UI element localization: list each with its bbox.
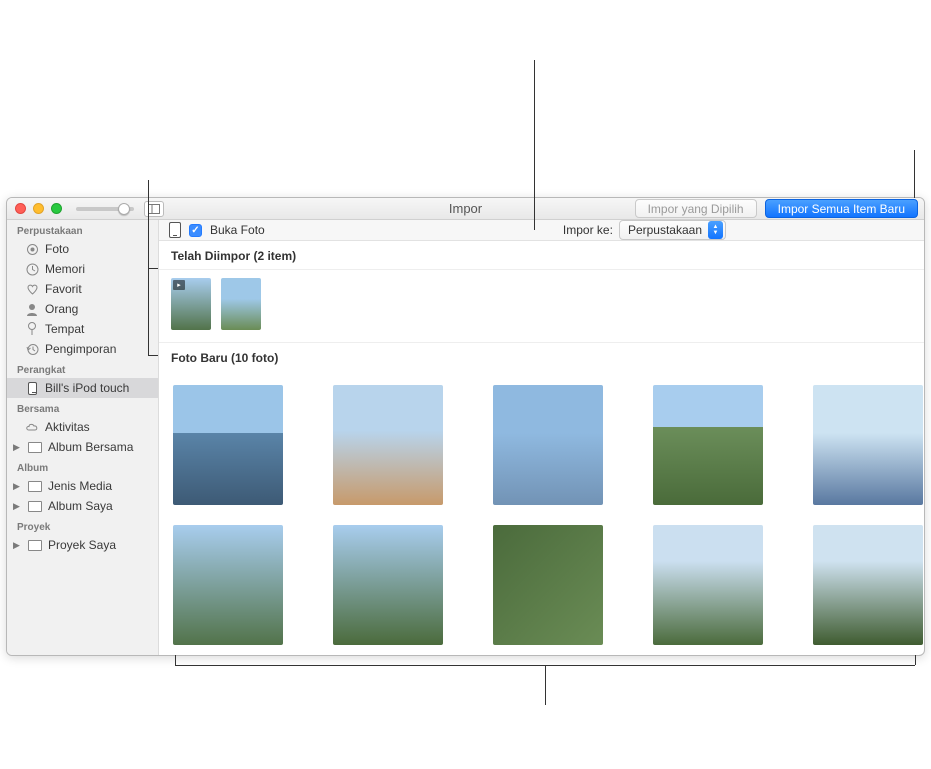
minimize-icon[interactable] [33,203,44,214]
sidebar-item-label: Memori [45,262,85,276]
sidebar-item-people[interactable]: Orang [7,299,158,319]
device-icon [25,382,39,395]
sidebar-header: Album [7,457,158,476]
new-photo-thumbnail[interactable] [653,525,763,645]
close-icon[interactable] [15,203,26,214]
sidebar-item-label: Pengimporan [45,342,116,356]
new-photo-thumbnail[interactable] [333,385,443,505]
callout-line [534,60,535,230]
thumbnail-zoom-slider[interactable] [76,207,134,211]
sidebar-item-places[interactable]: Tempat [7,319,158,339]
sidebar-item-label: Bill's iPod touch [45,381,129,395]
sidebar-item-my-projects[interactable]: ▶ Proyek Saya [7,535,158,555]
folder-icon [28,481,42,492]
imported-thumbnail[interactable]: ▸ [171,278,211,330]
sidebar-icon [148,204,160,214]
sidebar-item-label: Foto [45,242,69,256]
chevron-updown-icon: ▲▼ [708,221,723,239]
disclosure-icon[interactable]: ▶ [13,540,22,551]
import-to-group: Impor ke: Perpustakaan ▲▼ [563,220,726,240]
zoom-icon[interactable] [51,203,62,214]
import-selected-button[interactable]: Impor yang Dipilih [635,199,757,218]
video-badge-icon: ▸ [173,280,185,290]
new-photo-thumbnail[interactable] [333,525,443,645]
callout-line [545,665,546,705]
sidebar-item-label: Favorit [45,282,82,296]
window-controls [7,203,62,214]
sidebar-item-label: Proyek Saya [48,538,116,552]
new-photo-thumbnail[interactable] [493,525,603,645]
heart-icon [25,283,39,295]
sidebar-item-favorites[interactable]: Favorit [7,279,158,299]
sidebar-item-activity[interactable]: Aktivitas [7,417,158,437]
import-to-select[interactable]: Perpustakaan ▲▼ [619,220,726,240]
import-to-label: Impor ke: [563,223,613,237]
new-photo-thumbnail[interactable] [813,525,923,645]
sidebar-item-label: Tempat [45,322,84,336]
history-icon [25,343,39,356]
cloud-icon [25,422,39,432]
sidebar-header: Proyek [7,516,158,535]
person-icon [25,303,39,316]
callout-line [914,150,915,198]
disclosure-icon[interactable]: ▶ [13,501,22,512]
sidebar-header: Bersama [7,398,158,417]
import-to-value: Perpustakaan [628,223,702,237]
sidebar-item-label: Orang [45,302,78,316]
sidebar-item-shared-album[interactable]: ▶ Album Bersama [7,437,158,457]
imported-thumbnail[interactable] [221,278,261,330]
callout-line [148,268,158,269]
sidebar-item-label: Jenis Media [48,479,112,493]
import-toolbar: ✓ Buka Foto Impor ke: Perpustakaan ▲▼ [159,220,924,241]
disclosure-icon[interactable]: ▶ [13,442,22,453]
folder-icon [28,501,42,512]
callout-line [148,355,158,356]
already-imported-header: Telah Diimpor (2 item) [159,241,924,270]
sidebar-toggle-button[interactable] [144,201,164,217]
sidebar: Perpustakaan Foto Memori Favorit [7,220,159,655]
sidebar-item-label: Aktivitas [45,420,90,434]
new-photo-thumbnail[interactable] [493,385,603,505]
open-photos-checkbox[interactable]: ✓ [189,224,202,237]
disclosure-icon[interactable]: ▶ [13,481,22,492]
new-photo-thumbnail[interactable] [173,385,283,505]
already-imported-row: ▸ [159,270,924,343]
photos-icon [25,243,39,256]
slider-thumb[interactable] [118,203,130,215]
titlebar: Impor Impor yang Dipilih Impor Semua Ite… [7,198,924,220]
clock-icon [25,263,39,276]
callout-line [175,655,176,665]
import-all-new-button[interactable]: Impor Semua Item Baru [765,199,918,218]
sidebar-item-photos[interactable]: Foto [7,239,158,259]
open-photos-label: Buka Foto [210,223,265,237]
sidebar-header: Perpustakaan [7,220,158,239]
sidebar-item-memories[interactable]: Memori [7,259,158,279]
sidebar-item-label: Album Bersama [48,440,133,454]
new-photo-thumbnail[interactable] [173,525,283,645]
device-icon [169,222,181,238]
folder-icon [28,442,42,453]
main-content: ✓ Buka Foto Impor ke: Perpustakaan ▲▼ Te… [159,220,924,655]
sidebar-item-my-albums[interactable]: ▶ Album Saya [7,496,158,516]
sidebar-item-media-types[interactable]: ▶ Jenis Media [7,476,158,496]
new-photo-thumbnail[interactable] [813,385,923,505]
new-photos-header: Foto Baru (10 foto) [159,343,924,371]
sidebar-item-imports[interactable]: Pengimporan [7,339,158,359]
app-window: Impor Impor yang Dipilih Impor Semua Ite… [6,197,925,656]
sidebar-item-label: Album Saya [48,499,113,513]
new-photos-grid [159,371,924,655]
sidebar-header: Perangkat [7,359,158,378]
pin-icon [25,322,39,336]
callout-line [915,655,916,665]
new-photo-thumbnail[interactable] [653,385,763,505]
folder-icon [28,540,42,551]
sidebar-item-device[interactable]: Bill's iPod touch [7,378,158,398]
